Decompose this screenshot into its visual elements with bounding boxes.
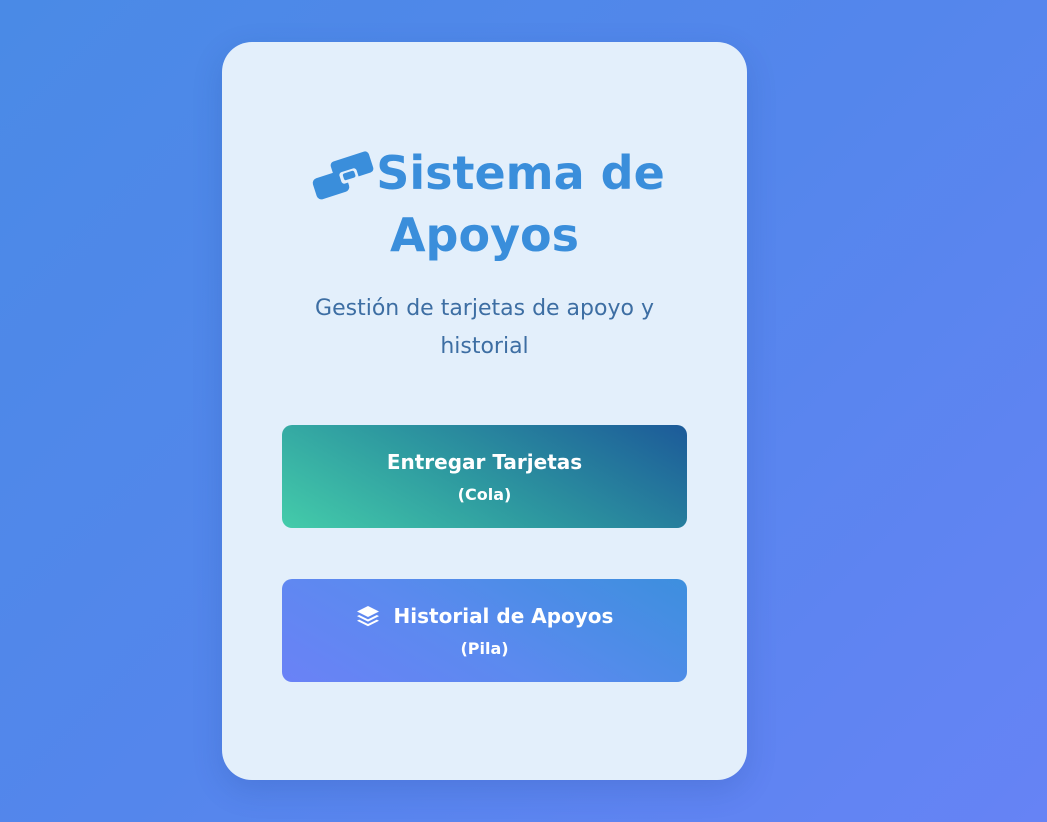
title-line-2: Apoyos xyxy=(389,208,580,262)
entregar-button-sublabel: (Cola) xyxy=(457,485,512,504)
subtitle: Gestión de tarjetas de apoyo y historial xyxy=(315,296,654,359)
entregar-button-main: Entregar Tarjetas xyxy=(282,449,687,475)
historial-button-label: Historial de Apoyos xyxy=(393,604,614,628)
title-text-1: Sistema de xyxy=(376,146,665,200)
entregar-button-label: Entregar Tarjetas xyxy=(386,450,583,474)
historial-button-sublabel: (Pila) xyxy=(460,639,509,658)
layers-icon xyxy=(356,606,379,627)
main-card: Sistema de Apoyos Gestión de tarjetas de… xyxy=(222,42,747,780)
page-title: Sistema de Apoyos xyxy=(222,142,747,266)
historial-apoyos-button[interactable]: Historial de Apoyos (Pila) xyxy=(282,579,687,682)
historial-button-main: Historial de Apoyos xyxy=(282,603,687,629)
title-line-1: Sistema de xyxy=(222,142,747,204)
handshake-icon xyxy=(312,151,374,200)
entregar-tarjetas-button[interactable]: Entregar Tarjetas (Cola) xyxy=(282,425,687,528)
